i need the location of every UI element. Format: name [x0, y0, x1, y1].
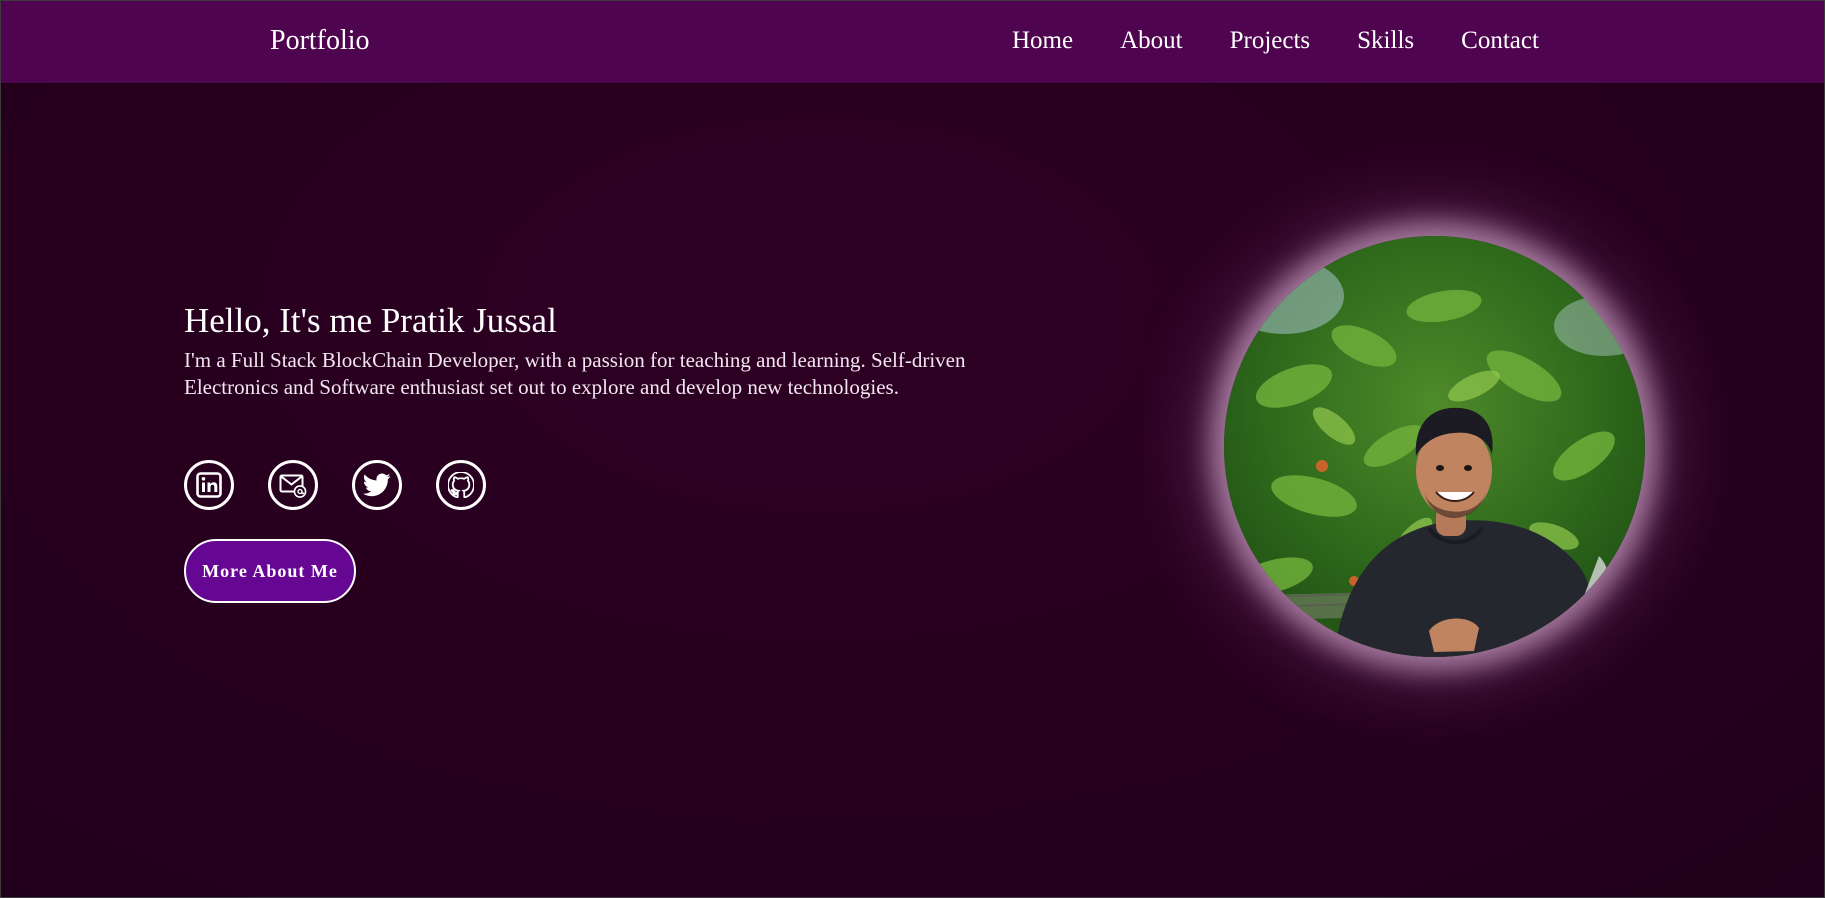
twitter-link[interactable] — [352, 460, 402, 510]
social-links — [184, 460, 486, 510]
nav-link-skills[interactable]: Skills — [1357, 23, 1414, 59]
nav-link-home[interactable]: Home — [1012, 23, 1073, 59]
twitter-icon — [363, 473, 391, 497]
profile-photo — [1224, 236, 1645, 657]
nav-link-contact[interactable]: Contact — [1461, 23, 1539, 59]
hero-section: Hello, It's me Pratik Jussal I'm a Full … — [184, 299, 1004, 401]
brand-logo[interactable]: Portfolio — [270, 23, 370, 59]
email-icon — [279, 474, 307, 498]
github-icon — [448, 472, 474, 498]
linkedin-icon — [196, 472, 222, 498]
nav-link-about[interactable]: About — [1120, 23, 1183, 59]
more-about-me-button[interactable]: More About Me — [184, 539, 356, 603]
hero-title: Hello, It's me Pratik Jussal — [184, 301, 557, 340]
nav-links: Home About Projects Skills Contact — [1012, 23, 1539, 59]
github-link[interactable] — [436, 460, 486, 510]
page: Portfolio Home About Projects Skills Con… — [0, 0, 1825, 898]
hero-description: I'm a Full Stack BlockChain Developer, w… — [184, 348, 966, 399]
email-link[interactable] — [268, 460, 318, 510]
navbar: Portfolio Home About Projects Skills Con… — [1, 1, 1824, 83]
nav-link-projects[interactable]: Projects — [1230, 23, 1311, 59]
linkedin-link[interactable] — [184, 460, 234, 510]
